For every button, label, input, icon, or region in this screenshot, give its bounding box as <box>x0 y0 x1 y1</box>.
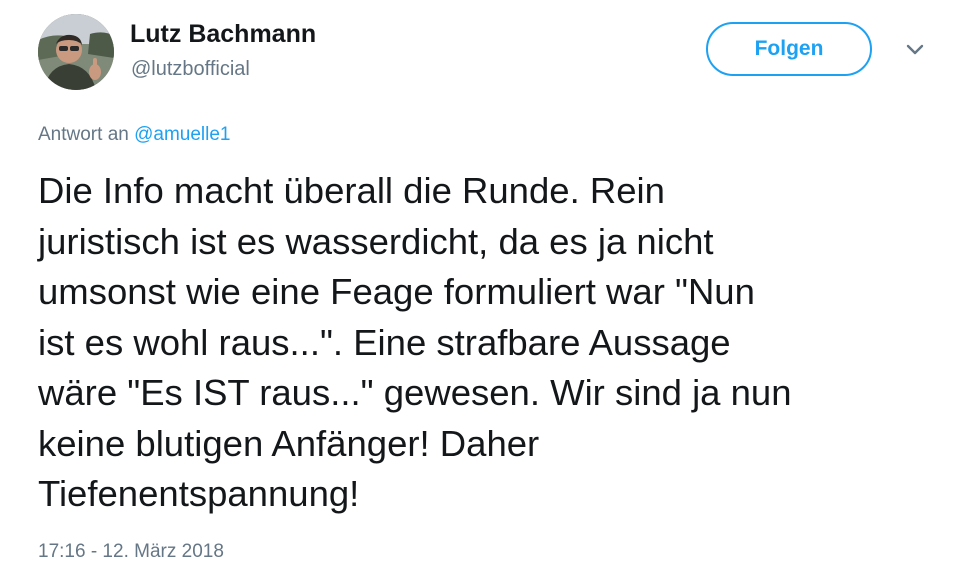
chevron-down-icon-glyph <box>906 44 924 55</box>
tweet-text-line: keine blutigen Anfänger! Daher <box>38 422 540 464</box>
avatar[interactable] <box>38 14 114 90</box>
tweet-text-line: Tiefenentspannung! <box>38 473 360 514</box>
tweet-card: Lutz Bachmann @lutzbofficial Folgen Antw… <box>0 0 960 578</box>
avatar-photo <box>38 14 114 90</box>
tweet-text: Die Info macht überall die Runde. Rein j… <box>38 166 918 520</box>
tweet-text-line: wäre "Es IST raus..." gewesen. Wir sind … <box>38 372 792 413</box>
chevron-down-icon[interactable] <box>901 40 929 60</box>
tweet-timestamp[interactable]: 17:16 - 12. März 2018 <box>38 541 224 563</box>
reply-context: Antwort an @amuelle1 <box>38 124 231 146</box>
tweet-text-line: umsonst wie eine Feage formuliert war "N… <box>38 271 755 312</box>
user-display-name[interactable]: Lutz Bachmann <box>130 20 316 49</box>
reply-mention-link[interactable]: @amuelle1 <box>134 124 230 145</box>
reply-prefix: Antwort an <box>38 124 129 145</box>
follow-button[interactable]: Folgen <box>706 22 872 76</box>
tweet-text-line: Die Info macht überall die Runde. Rein <box>38 170 665 211</box>
user-handle[interactable]: @lutzbofficial <box>131 58 250 81</box>
tweet-text-line: juristisch ist es wasserdicht, da es ja … <box>38 220 714 262</box>
tweet-text-line: ist es wohl raus...". Eine strafbare Aus… <box>38 321 731 363</box>
